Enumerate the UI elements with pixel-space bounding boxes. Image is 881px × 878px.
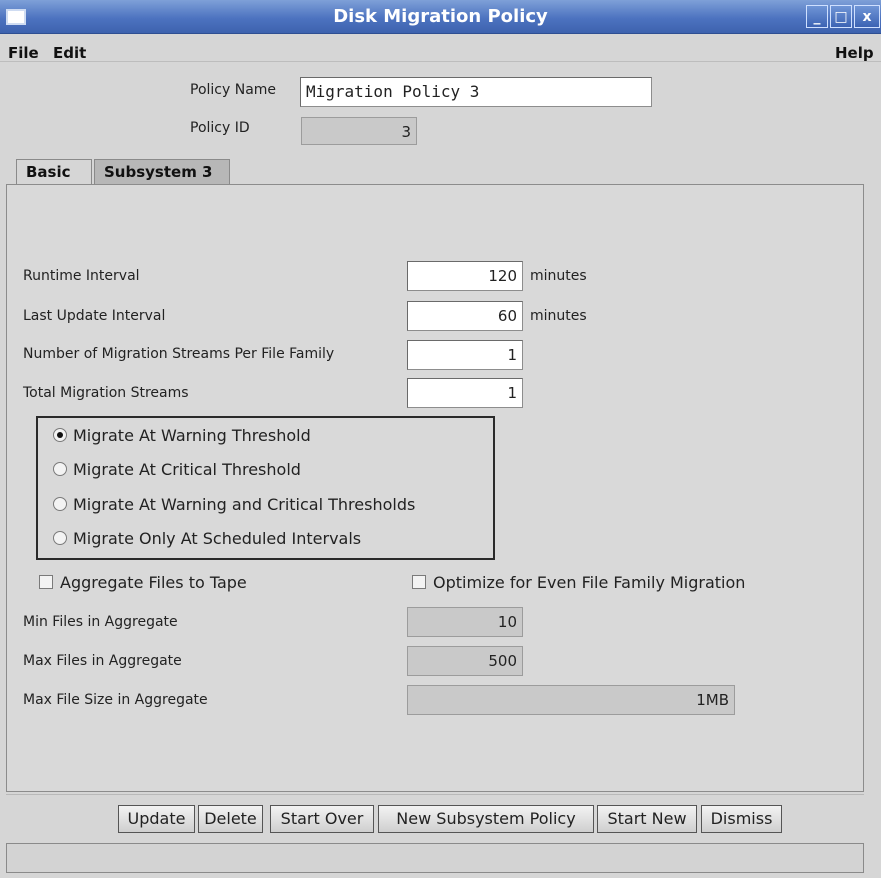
- last-update-interval-unit: minutes: [530, 308, 587, 324]
- checkbox-label: Aggregate Files to Tape: [60, 573, 247, 592]
- radio-unselected-icon[interactable]: [53, 496, 67, 511]
- total-streams-label: Total Migration Streams: [23, 385, 189, 401]
- radio-unselected-icon[interactable]: [53, 461, 67, 476]
- new-subsystem-policy-button[interactable]: New Subsystem Policy: [378, 805, 594, 833]
- radio-unselected-icon[interactable]: [53, 530, 67, 545]
- tab-subsystem-3[interactable]: Subsystem 3: [94, 159, 230, 185]
- streams-per-family-input[interactable]: 1: [407, 340, 523, 370]
- runtime-interval-input[interactable]: 120: [407, 261, 523, 291]
- max-file-size-field: 1MB: [407, 685, 735, 715]
- radio-label: Migrate At Warning and Critical Threshol…: [73, 495, 416, 514]
- checkbox-icon[interactable]: [39, 574, 53, 589]
- minimize-button[interactable]: _: [806, 5, 828, 28]
- radio-label: Migrate At Warning Threshold: [73, 426, 311, 445]
- delete-button[interactable]: Delete: [198, 805, 263, 833]
- radio-label: Migrate At Critical Threshold: [73, 460, 301, 479]
- policy-name-input[interactable]: Migration Policy 3: [300, 77, 652, 107]
- total-streams-input[interactable]: 1: [407, 378, 523, 408]
- menu-file[interactable]: File: [8, 44, 39, 62]
- min-files-field: 10: [407, 607, 523, 637]
- max-file-size-label: Max File Size in Aggregate: [23, 692, 208, 708]
- policy-id-field: 3: [301, 117, 417, 145]
- menu-help[interactable]: Help: [835, 44, 874, 62]
- menu-edit[interactable]: Edit: [53, 44, 86, 62]
- status-bar: [6, 843, 864, 873]
- min-files-label: Min Files in Aggregate: [23, 614, 178, 630]
- max-files-label: Max Files in Aggregate: [23, 653, 182, 669]
- checkbox-icon[interactable]: [412, 574, 426, 589]
- runtime-interval-label: Runtime Interval: [23, 268, 140, 284]
- checkbox-label: Optimize for Even File Family Migration: [433, 573, 746, 592]
- start-over-button[interactable]: Start Over: [270, 805, 374, 833]
- radio-migrate-scheduled[interactable]: Migrate Only At Scheduled Intervals: [53, 524, 361, 554]
- aggregate-files-checkbox[interactable]: Aggregate Files to Tape: [39, 573, 247, 592]
- close-button[interactable]: x: [854, 5, 880, 28]
- streams-per-family-label: Number of Migration Streams Per File Fam…: [23, 346, 335, 362]
- last-update-interval-input[interactable]: 60: [407, 301, 523, 331]
- optimize-even-migration-checkbox[interactable]: Optimize for Even File Family Migration: [412, 573, 745, 592]
- start-new-button[interactable]: Start New: [597, 805, 697, 833]
- radio-migrate-warning-and-critical[interactable]: Migrate At Warning and Critical Threshol…: [53, 490, 415, 520]
- max-files-field: 500: [407, 646, 523, 676]
- radio-migrate-critical[interactable]: Migrate At Critical Threshold: [53, 455, 301, 485]
- update-button[interactable]: Update: [118, 805, 195, 833]
- runtime-interval-unit: minutes: [530, 268, 587, 284]
- menu-bar: [0, 34, 881, 62]
- maximize-button[interactable]: □: [830, 5, 852, 28]
- radio-selected-icon[interactable]: [53, 427, 67, 442]
- policy-id-label: Policy ID: [190, 120, 250, 136]
- policy-name-label: Policy Name: [190, 82, 277, 98]
- tab-basic[interactable]: Basic: [16, 159, 92, 185]
- radio-label: Migrate Only At Scheduled Intervals: [73, 529, 362, 548]
- radio-migrate-warning[interactable]: Migrate At Warning Threshold: [53, 421, 311, 451]
- dismiss-button[interactable]: Dismiss: [701, 805, 782, 833]
- last-update-interval-label: Last Update Interval: [23, 308, 166, 324]
- window-title: Disk Migration Policy: [333, 6, 548, 27]
